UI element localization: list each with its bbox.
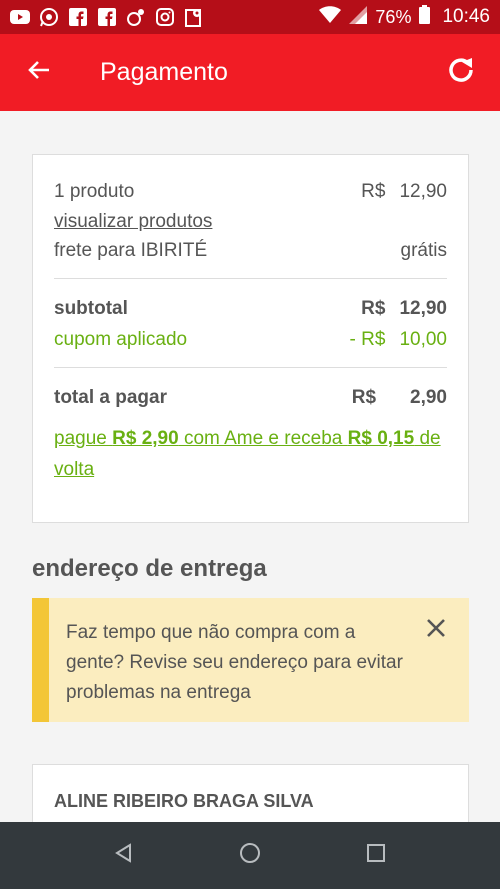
youtube-icon — [10, 7, 30, 27]
product-count-row: 1 produto R$ 12,90 — [54, 181, 447, 203]
close-icon — [426, 618, 446, 648]
divider — [54, 278, 447, 279]
subtotal-label: subtotal — [54, 298, 128, 319]
address-warning-banner: Faz tempo que não compra com a gente? Re… — [32, 598, 469, 722]
navigation-bar — [0, 822, 500, 889]
refresh-icon — [445, 54, 477, 91]
wifi-icon — [319, 5, 342, 29]
clock: 10:46 — [442, 6, 490, 27]
delivery-section-title: endereço de entrega — [32, 555, 267, 582]
status-bar: 76% 10:46 — [0, 0, 500, 34]
ame-amount: R$ 2,90 — [112, 428, 179, 449]
facebook-icon — [97, 7, 117, 27]
currency-symbol: R$ — [361, 298, 386, 319]
back-button[interactable] — [0, 34, 78, 111]
warning-text: Faz tempo que não compra com a gente? Re… — [66, 622, 403, 703]
refresh-button[interactable] — [422, 34, 500, 111]
ame-text: com Ame e receba — [178, 428, 348, 449]
close-warning-button[interactable] — [421, 618, 451, 648]
subtotal-row: subtotal R$ 12,90 — [54, 298, 447, 320]
ame-cashback: R$ 0,15 — [347, 428, 415, 449]
ame-text: pague — [54, 428, 113, 449]
coupon-label: cupom aplicado — [54, 329, 188, 350]
whatsapp-icon — [39, 7, 59, 27]
total-row: total a pagar R$ 2,90 — [54, 387, 447, 409]
battery-percent: 76% — [375, 6, 412, 27]
battery-icon — [419, 5, 431, 29]
coupon-price: - R$ 10,00 — [350, 329, 447, 351]
coupon-row: cupom aplicado - R$ 10,00 — [54, 329, 447, 351]
product-count: 1 produto — [54, 181, 135, 202]
nav-back-button[interactable] — [61, 822, 187, 889]
app-bar: Pagamento — [0, 34, 500, 111]
view-products-link[interactable]: visualizar produtos — [54, 211, 212, 233]
currency-symbol: R$ — [361, 181, 386, 202]
page-title: Pagamento — [100, 58, 228, 86]
total-price: R$ 2,90 — [352, 387, 447, 409]
pinterest-icon — [126, 7, 146, 27]
nav-recents-button[interactable] — [313, 822, 439, 889]
maps-icon — [184, 7, 204, 27]
facebook-icon — [68, 7, 88, 27]
recipient-name: ALINE RIBEIRO BRAGA SILVA — [54, 791, 314, 811]
order-summary-card: 1 produto R$ 12,90 visualizar produtos f… — [32, 154, 469, 523]
subtotal-price: R$ 12,90 — [361, 298, 447, 320]
triangle-back-icon — [114, 843, 134, 868]
product-price-value: 12,90 — [399, 181, 447, 202]
square-recents-icon — [366, 843, 386, 868]
arrow-left-icon — [27, 58, 51, 87]
instagram-icon — [155, 7, 175, 27]
subtotal-value: 12,90 — [399, 298, 447, 319]
currency-symbol: R$ — [351, 387, 377, 408]
shipping-value: grátis — [400, 240, 447, 261]
shipping-row: frete para IBIRITÉ grátis — [54, 240, 447, 262]
shipping-label: frete para IBIRITÉ — [54, 240, 208, 261]
circle-home-icon — [239, 842, 261, 869]
nav-home-button[interactable] — [187, 822, 313, 889]
ame-cashback-link[interactable]: pague R$ 2,90 com Ame e receba R$ 0,15 d… — [54, 423, 447, 485]
total-value: 2,90 — [410, 387, 447, 408]
total-label: total a pagar — [54, 387, 167, 408]
signal-icon — [349, 5, 368, 29]
product-price: R$ 12,90 — [361, 181, 447, 203]
coupon-currency: - R$ — [349, 329, 386, 350]
coupon-value: 10,00 — [399, 329, 447, 350]
divider — [54, 367, 447, 368]
